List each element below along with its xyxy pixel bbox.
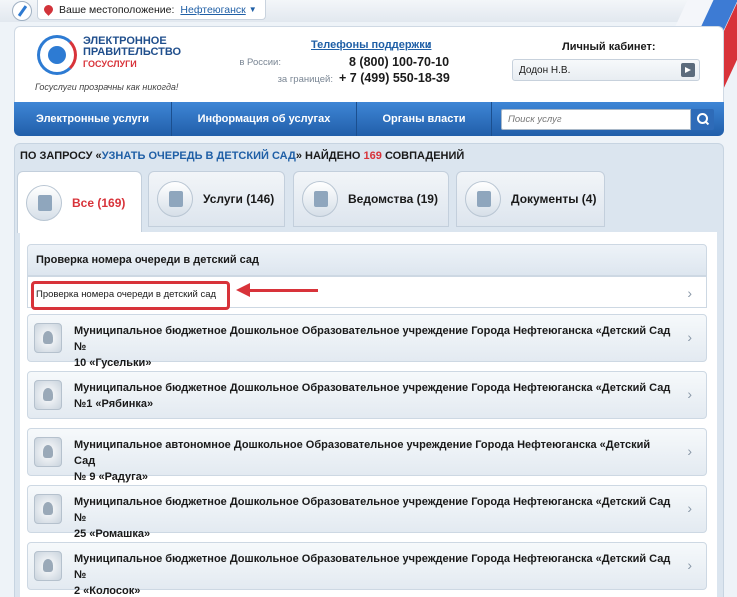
compass-icon[interactable] — [12, 1, 32, 21]
logo-line-2[interactable]: ПРАВИТЕЛЬСТВО — [83, 46, 181, 58]
phone-abroad-label: за границей: — [277, 74, 333, 85]
support-phones-link[interactable]: Телефоны поддержки — [311, 39, 431, 51]
coat-of-arms-icon — [34, 380, 62, 410]
coat-of-arms-icon — [302, 181, 338, 217]
highlight-callout — [31, 281, 230, 310]
query-mid: » НАЙДЕНО — [295, 150, 364, 162]
search-input[interactable] — [501, 109, 691, 130]
location-pin-icon — [42, 3, 55, 16]
location-city-link[interactable]: Нефтеюганск — [180, 4, 245, 16]
list-item[interactable]: Муниципальное бюджетное Дошкольное Образ… — [27, 485, 707, 540]
list-item[interactable]: Муниципальное бюджетное Дошкольное Образ… — [27, 314, 707, 369]
chevron-right-icon[interactable]: › — [687, 285, 692, 301]
nav-electronic-services[interactable]: Электронные услуги — [14, 102, 172, 136]
org-name[interactable]: Муниципальное бюджетное Дошкольное Образ… — [74, 380, 674, 412]
coat-of-arms-icon — [34, 437, 62, 467]
coat-of-arms-icon — [34, 551, 62, 581]
arrow-line — [248, 289, 318, 292]
tab-services-label: Услуги (146) — [203, 192, 275, 206]
chevron-right-icon[interactable]: › — [687, 329, 692, 345]
query-count: 169 — [363, 150, 382, 162]
list-item[interactable]: Муниципальное автономное Дошкольное Обра… — [27, 428, 707, 483]
logo-slogan: Госуслуги прозрачны как никогда! — [35, 82, 179, 92]
cabinet-user-box[interactable]: Додон Н.В. — [512, 59, 700, 81]
tab-departments[interactable]: Ведомства (19) — [293, 171, 449, 227]
gosuslugi-logo-icon[interactable] — [37, 35, 77, 75]
query-prefix: ПО ЗАПРОСУ « — [20, 150, 102, 162]
search-icon[interactable] — [691, 109, 714, 130]
logo-line-3[interactable]: ГОСУСЛУГИ — [83, 59, 137, 69]
chevron-right-icon[interactable]: › — [687, 443, 692, 459]
phone-abroad-number: + 7 (499) 550-18-39 — [339, 71, 450, 85]
org-name[interactable]: Муниципальное бюджетное Дошкольное Образ… — [74, 323, 674, 371]
tab-documents[interactable]: Документы (4) — [456, 171, 605, 227]
tab-all-label: Все (169) — [72, 195, 126, 210]
tab-departments-label: Ведомства (19) — [348, 192, 438, 206]
tab-documents-label: Документы (4) — [511, 192, 597, 206]
coat-of-arms-icon — [34, 494, 62, 524]
org-name[interactable]: Муниципальное автономное Дошкольное Обра… — [74, 437, 674, 485]
document-list-icon — [26, 184, 62, 221]
cabinet-title: Личный кабинет: — [562, 41, 656, 53]
list-item[interactable]: Муниципальное бюджетное Дошкольное Образ… — [27, 371, 707, 419]
site-header: ЭЛЕКТРОННОЕ ПРАВИТЕЛЬСТВО ГОСУСЛУГИ Госу… — [14, 26, 724, 102]
chevron-right-icon[interactable]: › — [687, 386, 692, 402]
org-name[interactable]: Муниципальное бюджетное Дошкольное Образ… — [74, 494, 674, 542]
query-summary: ПО ЗАПРОСУ «УЗНАТЬ ОЧЕРЕДЬ В ДЕТСКИЙ САД… — [20, 150, 464, 162]
location-label: Ваше местоположение: — [59, 3, 175, 16]
nav-authorities[interactable]: Органы власти — [357, 102, 492, 136]
main-nav: Электронные услуги Информация об услугах… — [14, 102, 724, 136]
phone-russia-number: 8 (800) 100-70-10 — [349, 55, 450, 69]
services-icon — [157, 181, 193, 217]
query-term: УЗНАТЬ ОЧЕРЕДЬ В ДЕТСКИЙ САД — [101, 150, 296, 162]
chevron-down-icon[interactable]: ▼ — [249, 5, 257, 14]
nav-services-info[interactable]: Информация об услугах — [172, 102, 357, 136]
support-phones-colon: : — [427, 39, 431, 51]
chevron-right-icon[interactable]: › — [687, 500, 692, 516]
logout-icon[interactable] — [681, 63, 695, 77]
tab-all[interactable]: Все (169) — [17, 171, 142, 233]
list-item[interactable]: Муниципальное бюджетное Дошкольное Образ… — [27, 542, 707, 597]
result-group-title: Проверка номера очереди в детский сад — [27, 244, 707, 276]
phone-russia-label: в России: — [239, 57, 281, 68]
location-selector[interactable]: Ваше местоположение: Нефтеюганск ▼ — [37, 0, 266, 20]
tab-services[interactable]: Услуги (146) — [148, 171, 285, 227]
documents-icon — [465, 181, 501, 217]
org-name[interactable]: Муниципальное бюджетное Дошкольное Образ… — [74, 551, 674, 597]
coat-of-arms-icon — [34, 323, 62, 353]
chevron-right-icon[interactable]: › — [687, 557, 692, 573]
query-suffix: СОВПАДЕНИЙ — [381, 150, 465, 162]
cabinet-user-name[interactable]: Додон Н.В. — [519, 65, 570, 76]
